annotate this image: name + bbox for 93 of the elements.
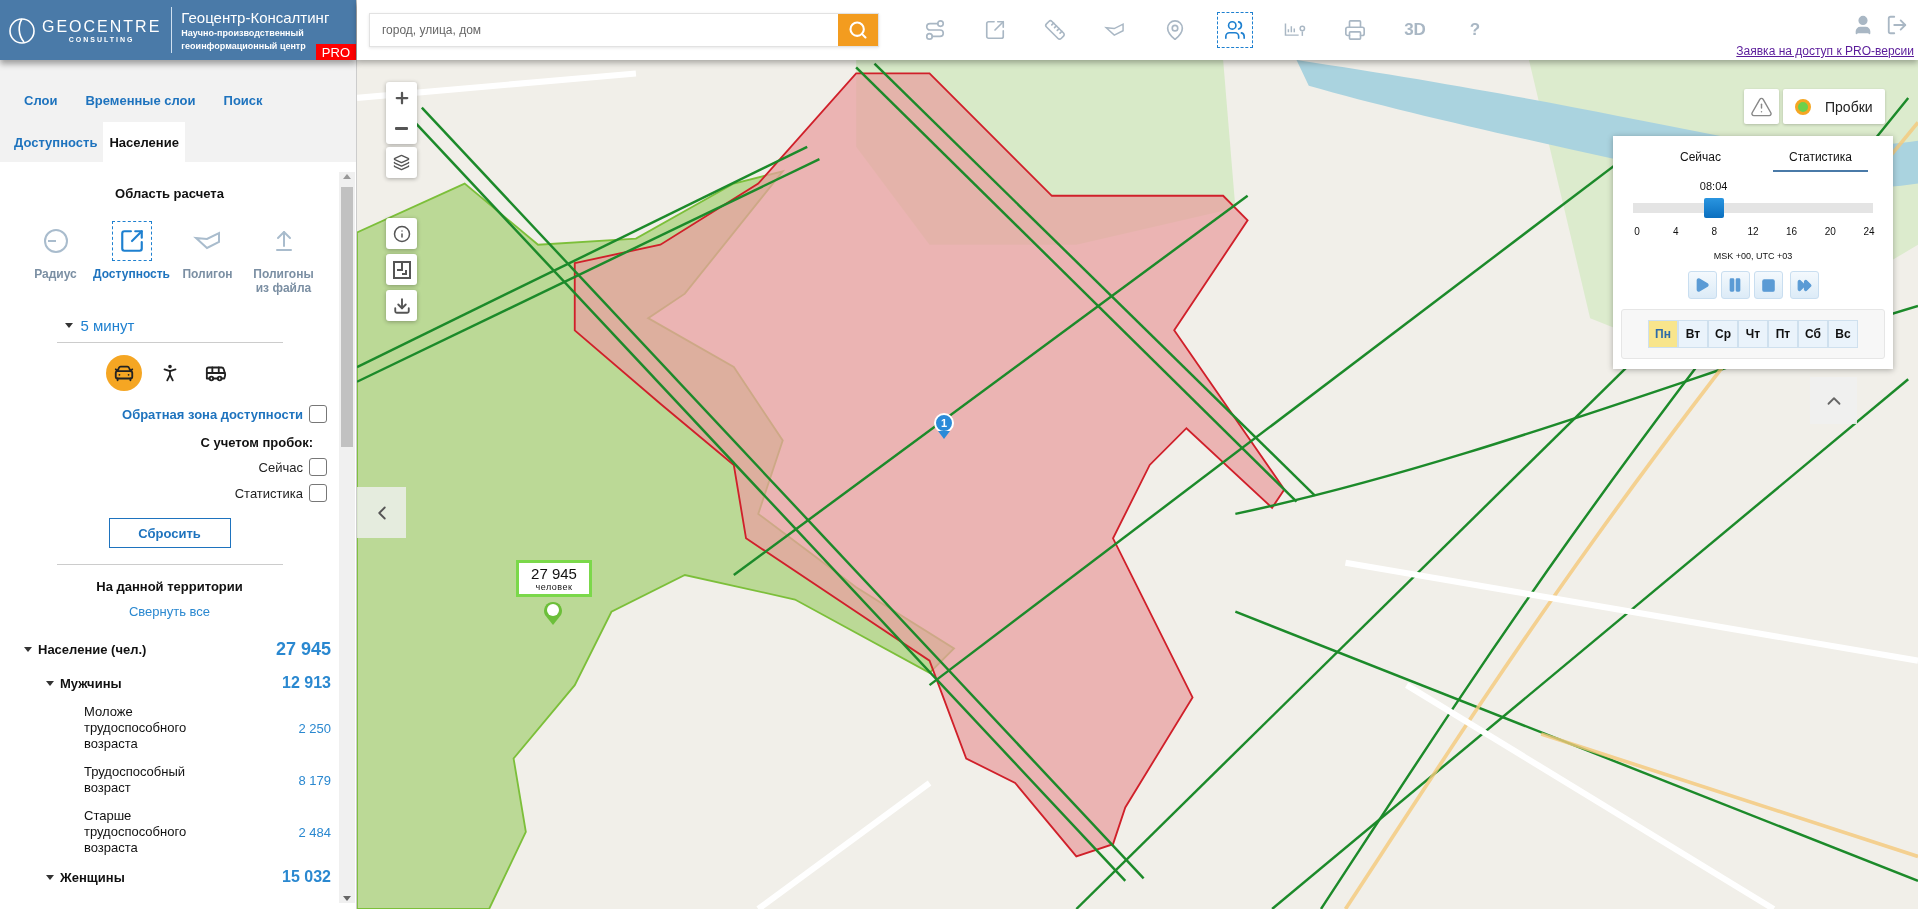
pause-button[interactable] <box>1720 271 1750 299</box>
minus-icon <box>395 127 408 130</box>
fast-forward-icon <box>1796 277 1812 293</box>
area-icon <box>984 19 1006 41</box>
play-button[interactable] <box>1687 271 1717 299</box>
traffic-button[interactable]: Пробки <box>1783 89 1885 124</box>
popup-unit: человек <box>535 581 573 592</box>
weekday-button[interactable]: Вт <box>1678 320 1708 348</box>
time-label: 08:04 <box>1699 180 1728 192</box>
popup-value: 27 945 <box>531 565 577 582</box>
weekday-button[interactable]: Ср <box>1708 320 1738 348</box>
weekday-button[interactable]: Чт <box>1738 320 1768 348</box>
toolbar-button[interactable] <box>1217 12 1253 48</box>
stat-label: Трудоспособный возраст <box>84 764 187 796</box>
tick-label: 20 <box>1823 226 1837 237</box>
caret-icon[interactable] <box>24 647 32 652</box>
duration-dropdown[interactable]: 5 минут <box>56 313 283 343</box>
tick-label: 24 <box>1862 226 1876 237</box>
checkbox[interactable] <box>309 405 327 423</box>
stat-label: Население (чел.) <box>38 642 148 657</box>
pause-icon <box>1727 277 1743 293</box>
search-icon <box>848 20 868 40</box>
stat-value: 15 032 <box>282 868 331 886</box>
print-icon <box>1344 19 1366 41</box>
weekday-button[interactable]: Пн <box>1648 320 1678 348</box>
panel-tab[interactable]: Сейчас <box>1664 144 1737 172</box>
caret-icon[interactable] <box>46 680 54 686</box>
checkbox-label: Обратная зона доступности <box>122 406 303 422</box>
play-icon <box>1694 277 1710 293</box>
fast-forward-button[interactable] <box>1789 271 1819 299</box>
weekday-button[interactable]: Пт <box>1768 320 1798 348</box>
tick-label: 4 <box>1671 226 1680 237</box>
floor-plan-icon <box>392 260 411 279</box>
stat-value: 2 250 <box>298 720 331 736</box>
area-mode-button[interactable]: Полигон <box>172 221 243 281</box>
sidebar-tab[interactable]: Доступность <box>8 122 104 162</box>
route-icon <box>924 19 946 41</box>
weekday-button[interactable]: Вс <box>1828 320 1858 348</box>
tick-label: 12 <box>1746 226 1760 237</box>
ruler-icon <box>1044 19 1066 41</box>
checkbox-label: Статистика <box>234 485 303 501</box>
panel-tab[interactable]: Статистика <box>1772 144 1868 172</box>
collapse-all-link[interactable]: Свернуть все <box>128 604 211 619</box>
tick-label: 8 <box>1710 226 1719 237</box>
sidebar-tab[interactable]: Поиск <box>217 80 269 120</box>
traffic-heading: С учетом пробок: <box>200 435 313 450</box>
sidebar-tab[interactable]: Население <box>103 122 185 162</box>
area-icon <box>118 228 145 254</box>
transport-mode-button[interactable] <box>105 355 142 391</box>
checkbox[interactable] <box>309 458 327 476</box>
area-mode-button[interactable]: Полигоны из файла <box>248 221 319 295</box>
stop-button[interactable] <box>1753 271 1783 299</box>
caret-icon[interactable] <box>46 874 54 880</box>
reset-button[interactable]: Сбросить <box>108 518 231 548</box>
layers-icon <box>393 154 410 171</box>
slider-thumb[interactable] <box>1703 198 1724 218</box>
tick-label: 16 <box>1785 226 1799 237</box>
company-title: Геоцентр-Консалтинг <box>181 7 330 27</box>
weekday-button[interactable]: Сб <box>1798 320 1828 348</box>
stat-label: Старше трудоспособного возраста <box>84 808 188 856</box>
info-icon <box>392 224 411 243</box>
location-pin-icon <box>542 600 564 626</box>
stat-value: 2 484 <box>298 824 331 840</box>
stat-label: Женщины <box>60 869 126 885</box>
pro-access-link[interactable]: Заявка на доступ к PRO-версии <box>1736 44 1914 58</box>
stat-value: 8 179 <box>298 772 331 788</box>
checkbox[interactable] <box>309 484 327 502</box>
radius-icon <box>41 227 70 255</box>
timezone-label: MSK +00, UTC +03 <box>1713 251 1793 261</box>
search-button[interactable] <box>838 14 878 46</box>
tick-label: 0 <box>1633 226 1641 237</box>
scrollbar[interactable] <box>339 172 355 903</box>
brand-name: GEOCENTRE <box>42 17 162 36</box>
stat-label: Мужчины <box>60 675 123 691</box>
stat-label: Моложе трудоспособного возраста <box>84 704 188 752</box>
checkbox-label: Сейчас <box>258 459 303 475</box>
stat-value: 12 913 <box>282 674 331 692</box>
section-title: Область расчета <box>115 186 224 201</box>
roadworks-button[interactable] <box>1744 89 1779 124</box>
company-subtitle: Научно-производственный <box>181 26 305 40</box>
sidebar-tab[interactable]: Временные слои <box>79 80 202 120</box>
area-mode-button[interactable]: Радиус <box>20 221 91 281</box>
company-subtitle: геоинформационный центр <box>181 39 307 53</box>
search-field[interactable]: город, улица, дом <box>369 13 879 47</box>
download-icon <box>392 296 411 315</box>
logo-icon <box>8 15 36 45</box>
stat-value: 27 945 <box>275 639 331 660</box>
map-pin-icon <box>1164 19 1186 41</box>
pro-badge: PRO <box>315 44 356 60</box>
section-title: На данной территории <box>96 579 243 594</box>
people-icon <box>1224 19 1246 41</box>
stop-icon <box>1760 277 1776 293</box>
sidebar-tab[interactable]: Слои <box>18 80 64 120</box>
